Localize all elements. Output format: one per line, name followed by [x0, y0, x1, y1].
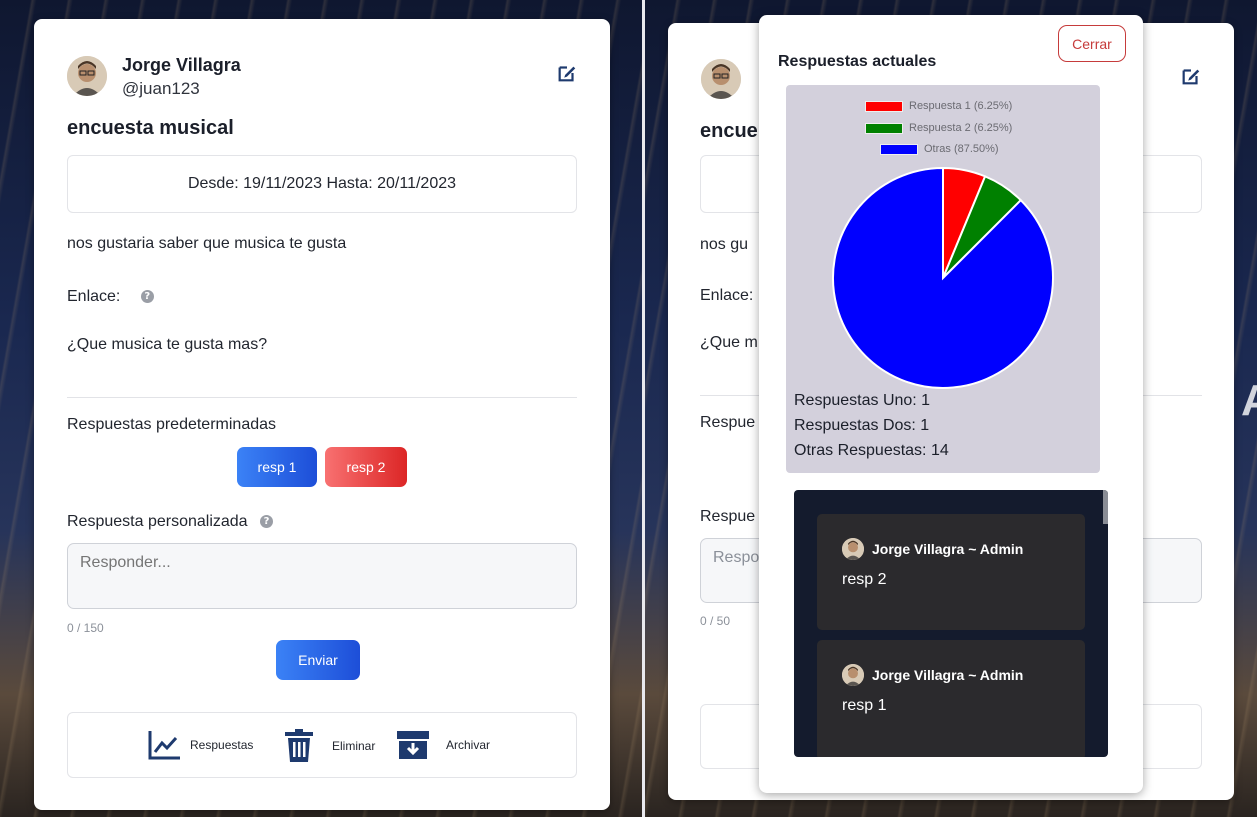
action-bar: Respuestas Eliminar Archivar [67, 712, 577, 778]
count-two: Respuestas Dos: 1 [794, 417, 930, 434]
delete-label: Eliminar [332, 739, 376, 753]
user-avatar [701, 59, 741, 99]
legend-label: Respuesta 1 (6.25%) [909, 100, 1013, 112]
scrollbar[interactable] [1103, 490, 1108, 524]
close-button[interactable]: Cerrar [1058, 25, 1126, 62]
answer-input[interactable] [67, 543, 577, 609]
delete-action[interactable]: Eliminar [284, 729, 375, 763]
option-button-1[interactable]: resp 1 [237, 447, 317, 487]
help-icon[interactable]: ? [260, 515, 274, 529]
author-avatar [842, 664, 864, 686]
response-message: Jorge Villagra ~ Admin resp 2 [817, 514, 1085, 630]
date-range: Desde: 19/11/2023 Hasta: 20/11/2023 [67, 155, 577, 213]
predefined-label: Respuestas predeterminadas [67, 416, 277, 433]
archive-icon [397, 731, 429, 759]
message-text: resp 2 [842, 571, 887, 588]
archive-label: Archivar [446, 738, 491, 752]
archive-action[interactable]: Archivar [396, 729, 490, 761]
responses-feed[interactable]: Jorge Villagra ~ Admin resp 2 Jorge Vill… [794, 490, 1108, 757]
user-avatar-icon [67, 56, 107, 96]
survey-card: Jorge Villagra @juan123 encuesta musical… [34, 19, 610, 810]
survey-description: nos gustaria saber que musica te gusta [67, 235, 347, 252]
count-one: Respuestas Uno: 1 [794, 392, 931, 409]
pie-chart [832, 166, 1054, 389]
link-label: Enlace: [700, 287, 754, 304]
user-avatar-icon [701, 59, 741, 99]
legend-swatch [865, 122, 903, 134]
help-icon[interactable]: ? [140, 290, 154, 304]
question-text: ¿Que m [700, 334, 758, 351]
legend-label: Otras (87.50%) [924, 143, 999, 155]
survey-description: nos gu [700, 236, 749, 253]
legend-item-2: Respuesta 2 (6.25%) [865, 122, 1012, 134]
author-avatar-icon [842, 538, 864, 560]
edit-icon[interactable] [556, 62, 578, 84]
response-message: Jorge Villagra ~ Admin resp 1 [817, 640, 1085, 757]
survey-title: encuesta musical [67, 117, 234, 139]
legend-item-1: Respuesta 1 (6.25%) [865, 100, 1012, 112]
responses-modal: Respuestas actuales Cerrar Respuesta 1 (… [759, 15, 1143, 793]
user-name: Jorge Villagra [122, 55, 241, 75]
question-text: ¿Que musica te gusta mas? [67, 336, 268, 353]
user-avatar [67, 56, 107, 96]
link-label: Enlace: [67, 288, 121, 305]
option-button-2[interactable]: resp 2 [325, 447, 407, 487]
user-handle: @juan123 [122, 79, 200, 98]
chart-line-icon [148, 731, 180, 760]
legend-swatch [865, 100, 903, 112]
count-other: Otras Respuestas: 14 [794, 442, 949, 459]
modal-title: Respuestas actuales [778, 53, 937, 70]
divider [67, 397, 577, 398]
custom-answer-label: Respuesta personalizada [67, 513, 248, 530]
author-avatar [842, 538, 864, 560]
legend-label: Respuesta 2 (6.25%) [909, 122, 1013, 134]
responses-action[interactable]: Respuestas [148, 729, 253, 761]
custom-answer-label: Respue [700, 508, 756, 525]
send-button[interactable]: Enviar [276, 640, 360, 680]
survey-title: encue [700, 120, 758, 142]
author-avatar-icon [842, 664, 864, 686]
pie-slice-otras [832, 166, 1054, 389]
link-row: Enlace: ? [67, 288, 154, 306]
legend-item-3: Otras (87.50%) [880, 143, 999, 155]
message-text: resp 1 [842, 697, 887, 714]
responses-label: Respuestas [190, 738, 254, 752]
char-counter: 0 / 150 [67, 621, 104, 635]
legend-swatch [880, 143, 918, 155]
chart-panel: Respuesta 1 (6.25%) Respuesta 2 (6.25%) … [786, 85, 1100, 473]
trash-icon [285, 729, 313, 762]
custom-answer-row: Respuesta personalizada ? [67, 513, 274, 531]
edit-icon[interactable] [1180, 65, 1202, 87]
predefined-label: Respue [700, 414, 756, 431]
message-author: Jorge Villagra ~ Admin [872, 541, 1024, 557]
char-counter: 0 / 50 [700, 614, 731, 628]
message-author: Jorge Villagra ~ Admin [872, 667, 1024, 683]
